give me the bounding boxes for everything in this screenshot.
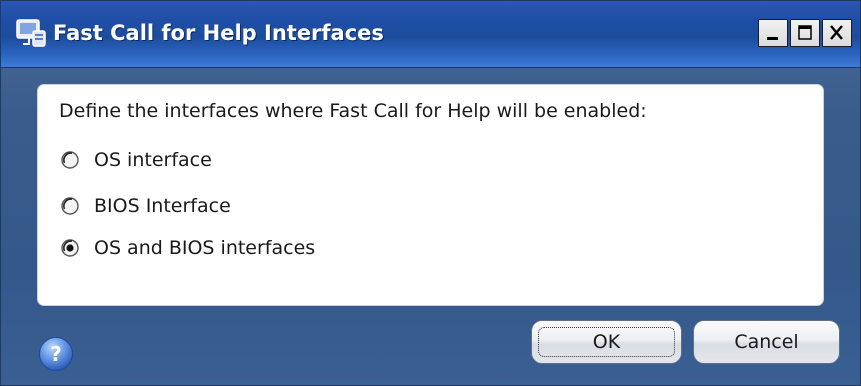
ok-button[interactable]: OK — [531, 320, 682, 364]
options-panel: Define the interfaces where Fast Call fo… — [37, 84, 824, 306]
cancel-button[interactable]: Cancel — [693, 320, 840, 364]
svg-text:?: ? — [50, 342, 62, 366]
minimize-button[interactable] — [758, 19, 788, 47]
radio-label: BIOS Interface — [94, 195, 231, 217]
cancel-label: Cancel — [734, 331, 799, 353]
maximize-icon — [798, 25, 812, 40]
maximize-button[interactable] — [790, 19, 820, 47]
radio-checked-icon[interactable] — [60, 238, 80, 258]
radio-unchecked-icon[interactable] — [60, 150, 80, 170]
radio-label: OS and BIOS interfaces — [94, 237, 316, 259]
close-icon — [830, 25, 843, 40]
title-bar[interactable]: Fast Call for Help Interfaces — [1, 1, 860, 68]
minimize-icon — [767, 37, 778, 40]
app-icon — [16, 19, 46, 47]
radio-label: OS interface — [94, 149, 212, 171]
window-title: Fast Call for Help Interfaces — [53, 21, 384, 45]
ok-label: OK — [592, 331, 621, 353]
help-question-icon[interactable]: ? — [38, 336, 74, 372]
radio-unchecked-icon[interactable] — [60, 196, 80, 216]
close-button[interactable] — [822, 19, 852, 47]
dialog-window: Fast Call for Help Interfaces Define the… — [0, 0, 861, 386]
prompt-text: Define the interfaces where Fast Call fo… — [59, 100, 647, 122]
